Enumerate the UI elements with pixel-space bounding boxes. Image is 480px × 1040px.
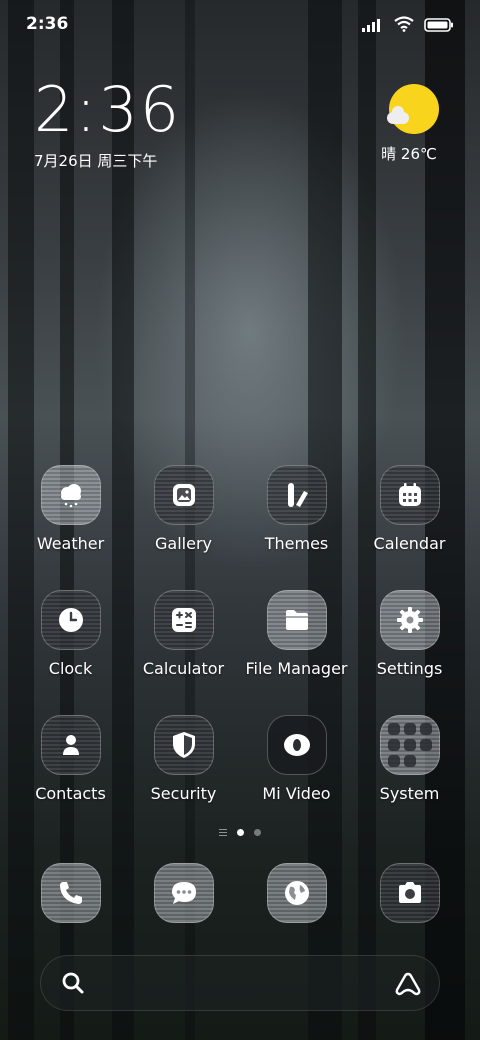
calculator-icon [153,590,214,650]
home-screen: 2:36 2:36 7月26日 周三下午 晴 26℃ Weather Galle… [0,0,480,1040]
dock-messages[interactable] [127,863,240,923]
app-themes[interactable]: Themes [240,465,353,553]
gear-icon [379,590,440,650]
dock-phone[interactable] [14,863,127,923]
app-label: Clock [48,659,93,678]
folder-icon [266,590,327,650]
app-label: Calendar [373,534,446,553]
widget-date: 7月26日 周三下午 [34,152,158,170]
phone-icon [40,863,101,923]
dock-browser[interactable] [240,863,353,923]
app-label: File Manager [245,659,348,678]
clock-widget[interactable]: 2:36 7月26日 周三下午 [34,76,181,171]
browser-icon [266,863,327,923]
dock-camera[interactable] [353,863,466,923]
app-settings[interactable]: Settings [353,590,466,678]
shield-icon [153,715,214,775]
page-dot-active[interactable] [237,829,244,836]
app-clock[interactable]: Clock [14,590,127,678]
app-calculator[interactable]: Calculator [127,590,240,678]
video-icon [266,715,327,775]
app-label: Themes [264,534,329,553]
app-label: Weather [36,534,105,553]
app-gallery[interactable]: Gallery [127,465,240,553]
folder-grid-icon [379,715,440,775]
app-label: Settings [376,659,443,678]
app-system-folder[interactable]: System [353,715,466,803]
camera-icon [379,863,440,923]
messages-icon [153,863,214,923]
app-label: System [379,784,440,803]
app-security[interactable]: Security [127,715,240,803]
widget-time: 2:36 [34,73,182,146]
battery-icon [424,17,454,36]
app-label: Mi Video [262,784,331,803]
app-weather[interactable]: Weather [14,465,127,553]
app-label: Security [150,784,217,803]
gallery-icon [153,465,214,525]
search-icon[interactable] [61,971,85,999]
contacts-icon [40,715,101,775]
clock-icon [40,590,101,650]
app-drawer-icon[interactable] [219,829,227,836]
app-mi-video[interactable]: Mi Video [240,715,353,803]
status-bar: 2:36 [0,0,480,52]
page-dot[interactable] [254,829,261,836]
search-bar[interactable] [40,955,440,1011]
status-time: 2:36 [26,14,69,34]
status-icons [362,16,454,36]
sunny-icon [387,84,439,134]
app-contacts[interactable]: Contacts [14,715,127,803]
signal-icon [362,17,384,36]
weather-widget[interactable]: 晴 26℃ [381,84,444,164]
app-calendar[interactable]: Calendar [353,465,466,553]
weather-icon [40,465,101,525]
app-label: Calculator [142,659,225,678]
app-label: Contacts [35,784,106,803]
themes-icon [266,465,327,525]
wifi-icon [394,16,414,36]
app-file-manager[interactable]: File Manager [240,590,353,678]
weather-summary: 晴 26℃ [381,145,437,163]
app-label: Gallery [155,534,212,553]
assistant-icon[interactable] [393,971,423,1001]
calendar-icon [379,465,440,525]
page-indicator[interactable] [0,829,480,836]
